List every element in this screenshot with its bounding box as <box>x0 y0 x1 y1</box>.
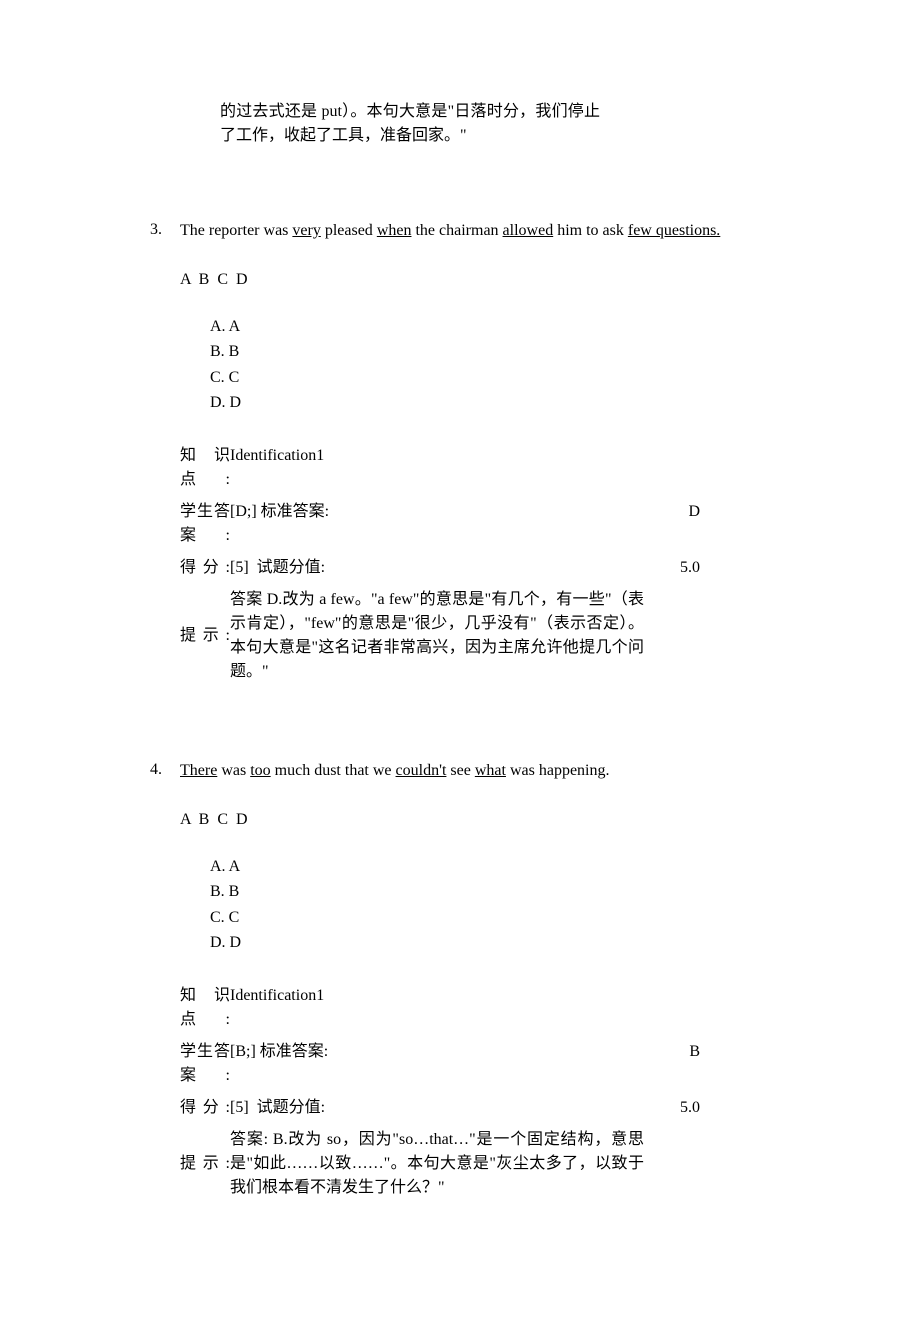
question-body: There was too much dust that we couldn't… <box>180 758 770 1204</box>
choice-a: A. A <box>210 314 770 340</box>
hint-value: 答案 D.改为 a few。"a few"的意思是"有几个，有一些"（表示肯定）… <box>230 588 644 684</box>
underlined-b: too <box>250 762 270 779</box>
answer-left: [D;] 标准答案: <box>230 500 329 524</box>
text-part: pleased <box>321 222 377 239</box>
question-number: 4. <box>150 758 180 782</box>
underlined-a: There <box>180 762 217 779</box>
answer-left: [B;] 标准答案: <box>230 1040 328 1064</box>
knowledge-label: 知识点: <box>180 980 230 1036</box>
score-left: [5] 试题分值: <box>230 1096 325 1120</box>
hint-row: 提示: 答案 D.改为 a few。"a few"的意思是"有几个，有一些"（表… <box>180 584 700 688</box>
info-table: 知识点: Identification1 学生答案: [B;] 标准答案: B <box>180 980 700 1204</box>
item-value: 5.0 <box>680 1096 700 1120</box>
score-label: 得分: <box>180 552 230 584</box>
student-answer-value: [D;] <box>230 503 257 520</box>
knowledge-value: Identification1 <box>230 980 700 1036</box>
info-table: 知识点: Identification1 学生答案: [D;] 标准答案: D <box>180 440 700 688</box>
student-answer-value: [B;] <box>230 1043 256 1060</box>
score-row-content: [5] 试题分值: 5.0 <box>230 556 700 580</box>
choice-d: D. D <box>210 390 770 416</box>
question-text: The reporter was very pleased when the c… <box>180 218 770 244</box>
choice-c: C. C <box>210 905 770 931</box>
choice-list: A. A B. B C. C D. D <box>210 854 770 956</box>
item-value-label: 试题分值: <box>257 559 325 576</box>
text-part: was happening. <box>506 762 610 779</box>
underlined-c: allowed <box>503 222 554 239</box>
text-part: the chairman <box>411 222 502 239</box>
hint-row: 提示: 答案: B.改为 so，因为"so…that…"是一个固定结构，意思是"… <box>180 1124 700 1204</box>
score-value: [5] <box>230 559 249 576</box>
text-part: him to ask <box>553 222 628 239</box>
score-value: [5] <box>230 1099 249 1116</box>
choice-c: C. C <box>210 365 770 391</box>
standard-answer-label: 标准答案: <box>260 1043 328 1060</box>
abcd-markers: A B C D <box>180 268 770 292</box>
underlined-d: few questions. <box>628 222 720 239</box>
question-number: 3. <box>150 218 180 242</box>
item-value: 5.0 <box>680 556 700 580</box>
answer-row: 学生答案: [B;] 标准答案: B <box>180 1036 700 1092</box>
item-value-label: 试题分值: <box>257 1099 325 1116</box>
underlined-b: when <box>377 222 412 239</box>
hint-label: 提示: <box>180 1124 230 1204</box>
question-body: The reporter was very pleased when the c… <box>180 218 770 688</box>
text-part: see <box>446 762 474 779</box>
text-part: much dust that we <box>271 762 396 779</box>
score-left: [5] 试题分值: <box>230 556 325 580</box>
knowledge-row: 知识点: Identification1 <box>180 440 700 496</box>
underlined-c: couldn't <box>396 762 447 779</box>
knowledge-label: 知识点: <box>180 440 230 496</box>
choice-b: B. B <box>210 879 770 905</box>
choice-a: A. A <box>210 854 770 880</box>
text-part: The reporter was <box>180 222 292 239</box>
score-label: 得分: <box>180 1092 230 1124</box>
document-page: 的过去式还是 put）。本句大意是"日落时分，我们停止了工作，收起了工具，准备回… <box>0 0 920 1334</box>
question-4: 4. There was too much dust that we could… <box>150 758 770 1204</box>
knowledge-value: Identification1 <box>230 440 700 496</box>
underlined-d: what <box>475 762 506 779</box>
student-answer-label: 学生答案: <box>180 1036 230 1092</box>
answer-row-content: [D;] 标准答案: D <box>230 500 700 524</box>
knowledge-row: 知识点: Identification1 <box>180 980 700 1036</box>
score-row: 得分: [5] 试题分值: 5.0 <box>180 552 700 584</box>
score-row: 得分: [5] 试题分值: 5.0 <box>180 1092 700 1124</box>
answer-row: 学生答案: [D;] 标准答案: D <box>180 496 700 552</box>
question-3: 3. The reporter was very pleased when th… <box>150 218 770 688</box>
question-text: There was too much dust that we couldn't… <box>180 758 770 784</box>
hint-value: 答案: B.改为 so，因为"so…that…"是一个固定结构，意思是"如此……… <box>230 1128 644 1200</box>
choice-d: D. D <box>210 930 770 956</box>
choice-b: B. B <box>210 339 770 365</box>
text-part: was <box>217 762 250 779</box>
choice-list: A. A B. B C. C D. D <box>210 314 770 416</box>
hint-label: 提示: <box>180 584 230 688</box>
answer-row-content: [B;] 标准答案: B <box>230 1040 700 1064</box>
student-answer-label: 学生答案: <box>180 496 230 552</box>
standard-answer-value: D <box>688 500 700 524</box>
abcd-markers: A B C D <box>180 808 770 832</box>
standard-answer-value: B <box>689 1040 700 1064</box>
score-row-content: [5] 试题分值: 5.0 <box>230 1096 700 1120</box>
previous-hint-continuation: 的过去式还是 put）。本句大意是"日落时分，我们停止了工作，收起了工具，准备回… <box>220 100 600 148</box>
underlined-a: very <box>292 222 320 239</box>
standard-answer-label: 标准答案: <box>261 503 329 520</box>
